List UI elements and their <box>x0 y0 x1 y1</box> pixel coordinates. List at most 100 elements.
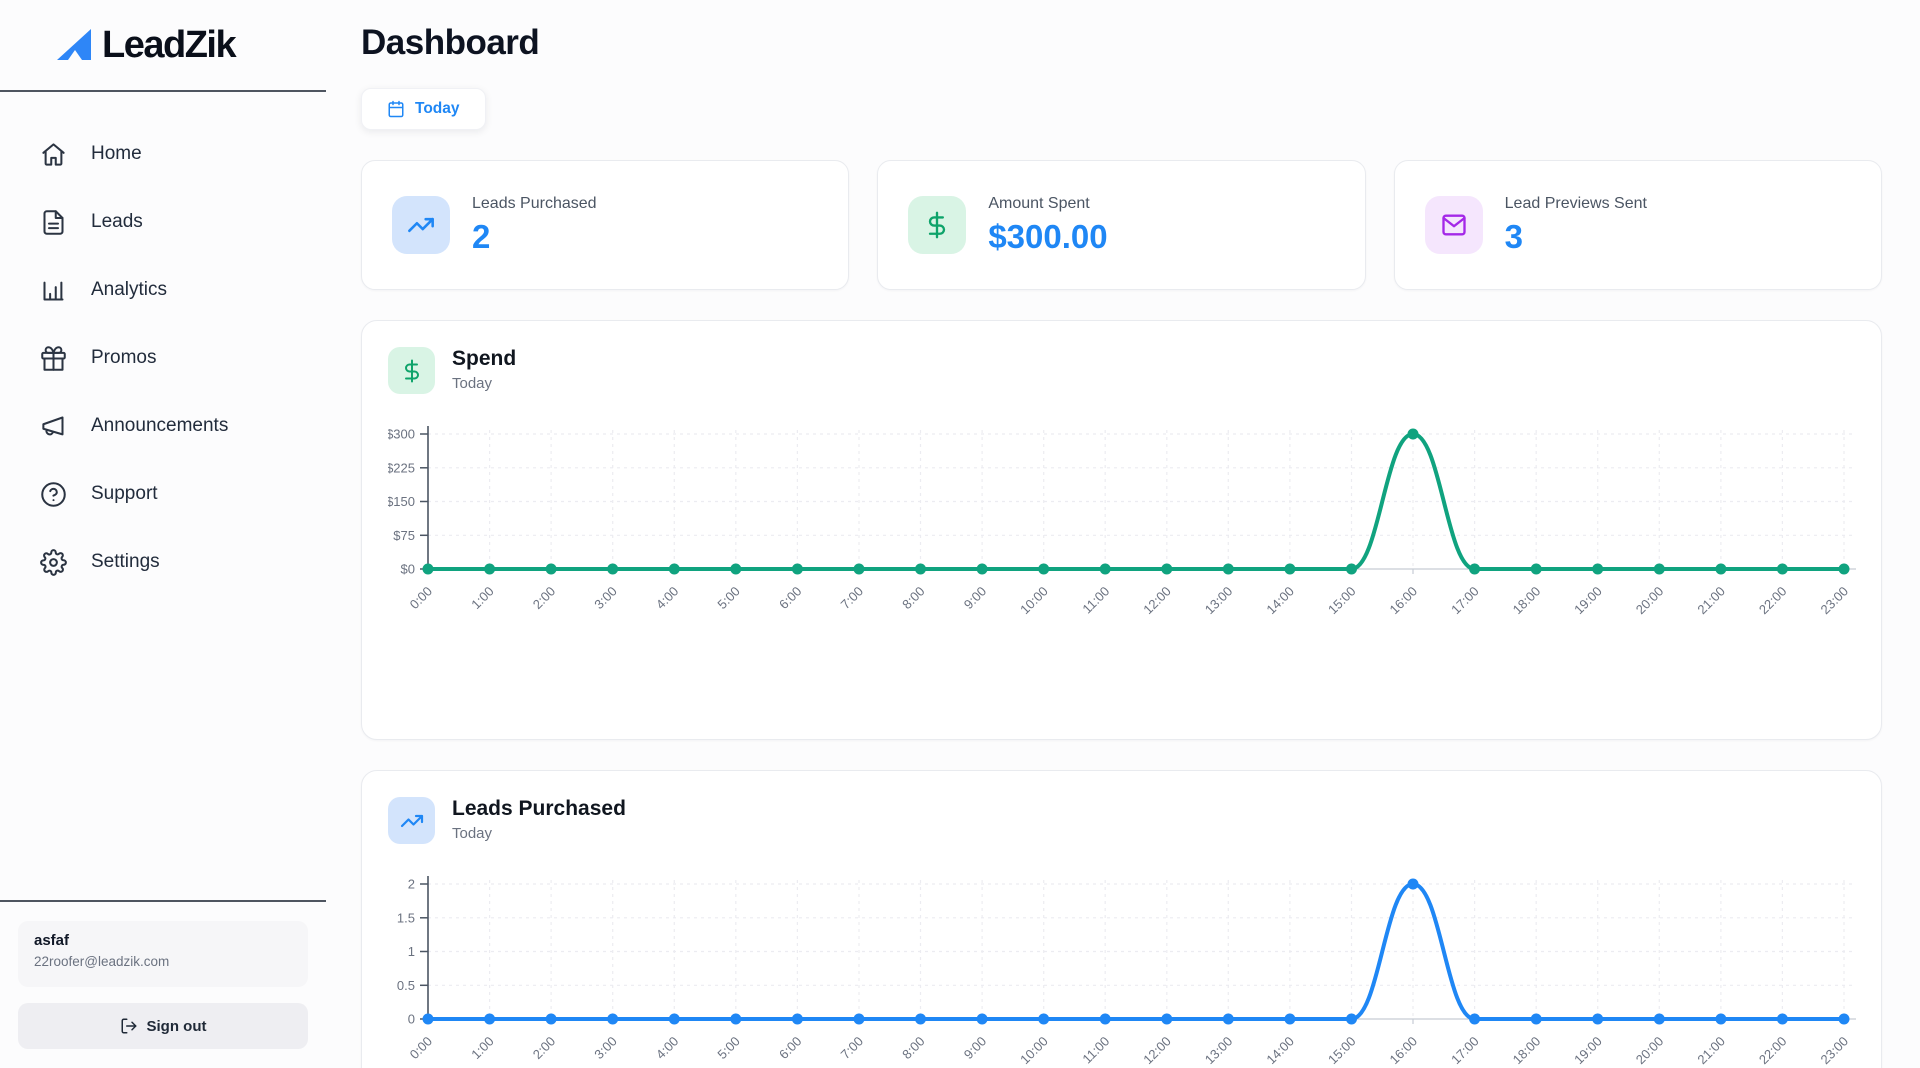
sidebar-item-label: Leads <box>91 211 143 233</box>
svg-text:2:00: 2:00 <box>530 584 559 613</box>
chart-title: Spend <box>452 347 516 371</box>
svg-text:20:00: 20:00 <box>1633 584 1667 618</box>
svg-text:21:00: 21:00 <box>1694 584 1728 618</box>
dollar-icon <box>908 196 966 254</box>
svg-text:8:00: 8:00 <box>899 1034 928 1063</box>
svg-text:$225: $225 <box>388 460 415 475</box>
leads-chart-header: Leads Purchased Today <box>388 797 1881 844</box>
stat-card-leads-purchased: Leads Purchased 2 <box>361 160 849 290</box>
svg-text:12:00: 12:00 <box>1140 1034 1174 1068</box>
svg-text:3:00: 3:00 <box>591 584 620 613</box>
svg-text:1:00: 1:00 <box>468 1034 497 1063</box>
svg-text:7:00: 7:00 <box>838 1034 867 1063</box>
date-filter-label: Today <box>415 100 460 118</box>
svg-text:22:00: 22:00 <box>1756 584 1790 618</box>
spend-line-chart[interactable]: 0:001:002:003:004:005:006:007:008:009:00… <box>388 406 1882 630</box>
trending-up-icon <box>392 196 450 254</box>
svg-text:6:00: 6:00 <box>776 1034 805 1063</box>
sidebar-nav: Home Leads Analytics Promos Announcement… <box>0 92 326 582</box>
gear-icon <box>40 549 67 576</box>
sidebar-item-label: Support <box>91 483 158 505</box>
mail-icon <box>1425 196 1483 254</box>
chart-title: Leads Purchased <box>452 797 626 821</box>
chart-subtitle: Today <box>452 825 626 842</box>
svg-text:16:00: 16:00 <box>1387 584 1421 618</box>
svg-text:20:00: 20:00 <box>1633 1034 1667 1068</box>
user-email: 22roofer@leadzik.com <box>34 954 292 969</box>
svg-text:22:00: 22:00 <box>1756 1034 1790 1068</box>
document-icon <box>40 209 67 236</box>
sidebar-bottom-divider <box>0 900 326 902</box>
sidebar-item-settings[interactable]: Settings <box>40 542 326 582</box>
svg-text:0:00: 0:00 <box>407 1034 436 1063</box>
home-icon <box>40 141 67 168</box>
sidebar-item-home[interactable]: Home <box>40 134 326 174</box>
brand-name: LeadZik <box>102 24 235 67</box>
sidebar-item-promos[interactable]: Promos <box>40 338 326 378</box>
brand-logo[interactable]: LeadZik <box>0 0 326 68</box>
leads-purchased-chart-card: Leads Purchased Today 0:001:002:003:004:… <box>361 770 1882 1068</box>
help-circle-icon <box>40 481 67 508</box>
leads-purchased-line-chart[interactable]: 0:001:002:003:004:005:006:007:008:009:00… <box>388 856 1882 1068</box>
sidebar-item-label: Analytics <box>91 279 167 301</box>
svg-text:2: 2 <box>408 877 415 892</box>
svg-text:10:00: 10:00 <box>1017 1034 1051 1068</box>
svg-text:$300: $300 <box>388 427 415 442</box>
user-info-card: asfaf 22roofer@leadzik.com <box>18 921 308 987</box>
sidebar-item-announcements[interactable]: Announcements <box>40 406 326 446</box>
svg-text:5:00: 5:00 <box>714 1034 743 1063</box>
svg-text:11:00: 11:00 <box>1079 1034 1112 1067</box>
svg-text:4:00: 4:00 <box>653 584 682 613</box>
svg-text:9:00: 9:00 <box>961 1034 990 1063</box>
svg-text:5:00: 5:00 <box>714 584 743 613</box>
svg-text:$0: $0 <box>401 562 415 577</box>
svg-text:1: 1 <box>408 944 415 959</box>
svg-text:23:00: 23:00 <box>1818 1034 1852 1068</box>
sidebar-item-leads[interactable]: Leads <box>40 202 326 242</box>
date-filter-button[interactable]: Today <box>361 88 486 130</box>
calendar-icon <box>387 100 405 118</box>
svg-text:0:00: 0:00 <box>407 584 436 613</box>
stat-label: Lead Previews Sent <box>1505 195 1647 213</box>
stats-row: Leads Purchased 2 Amount Spent $300.00 L… <box>361 160 1882 290</box>
user-name: asfaf <box>34 932 292 949</box>
sidebar-item-analytics[interactable]: Analytics <box>40 270 326 310</box>
svg-text:18:00: 18:00 <box>1510 584 1544 618</box>
stat-value: 3 <box>1505 218 1647 256</box>
leadzik-logo-icon <box>52 22 98 68</box>
stat-card-amount-spent: Amount Spent $300.00 <box>877 160 1365 290</box>
sidebar-item-label: Announcements <box>91 415 228 437</box>
svg-text:9:00: 9:00 <box>961 584 990 613</box>
chart-subtitle: Today <box>452 375 516 392</box>
svg-text:8:00: 8:00 <box>899 584 928 613</box>
sidebar-item-label: Promos <box>91 347 156 369</box>
dollar-icon <box>388 347 435 394</box>
logout-icon <box>120 1017 138 1035</box>
svg-text:13:00: 13:00 <box>1202 1034 1236 1068</box>
svg-text:15:00: 15:00 <box>1325 1034 1359 1068</box>
stat-label: Leads Purchased <box>472 195 597 213</box>
svg-text:12:00: 12:00 <box>1140 584 1174 618</box>
trending-up-icon <box>388 797 435 844</box>
svg-text:23:00: 23:00 <box>1818 584 1852 618</box>
svg-text:18:00: 18:00 <box>1510 1034 1544 1068</box>
svg-text:13:00: 13:00 <box>1202 584 1236 618</box>
svg-text:17:00: 17:00 <box>1448 1034 1482 1068</box>
svg-text:1.5: 1.5 <box>397 910 415 925</box>
svg-text:6:00: 6:00 <box>776 584 805 613</box>
svg-text:16:00: 16:00 <box>1387 1034 1421 1068</box>
sign-out-button[interactable]: Sign out <box>18 1003 308 1049</box>
sidebar-item-label: Settings <box>91 551 160 573</box>
svg-text:19:00: 19:00 <box>1571 584 1605 618</box>
bar-chart-icon <box>40 277 67 304</box>
svg-text:21:00: 21:00 <box>1694 1034 1728 1068</box>
svg-text:1:00: 1:00 <box>468 584 497 613</box>
main-content: Dashboard Today Leads Purchased 2 Amount… <box>326 0 1920 1068</box>
svg-text:0: 0 <box>408 1012 415 1027</box>
stat-value: 2 <box>472 218 597 256</box>
svg-text:3:00: 3:00 <box>591 1034 620 1063</box>
svg-text:10:00: 10:00 <box>1017 584 1051 618</box>
svg-text:0.5: 0.5 <box>397 978 415 993</box>
svg-text:11:00: 11:00 <box>1079 584 1112 617</box>
sidebar-item-support[interactable]: Support <box>40 474 326 514</box>
